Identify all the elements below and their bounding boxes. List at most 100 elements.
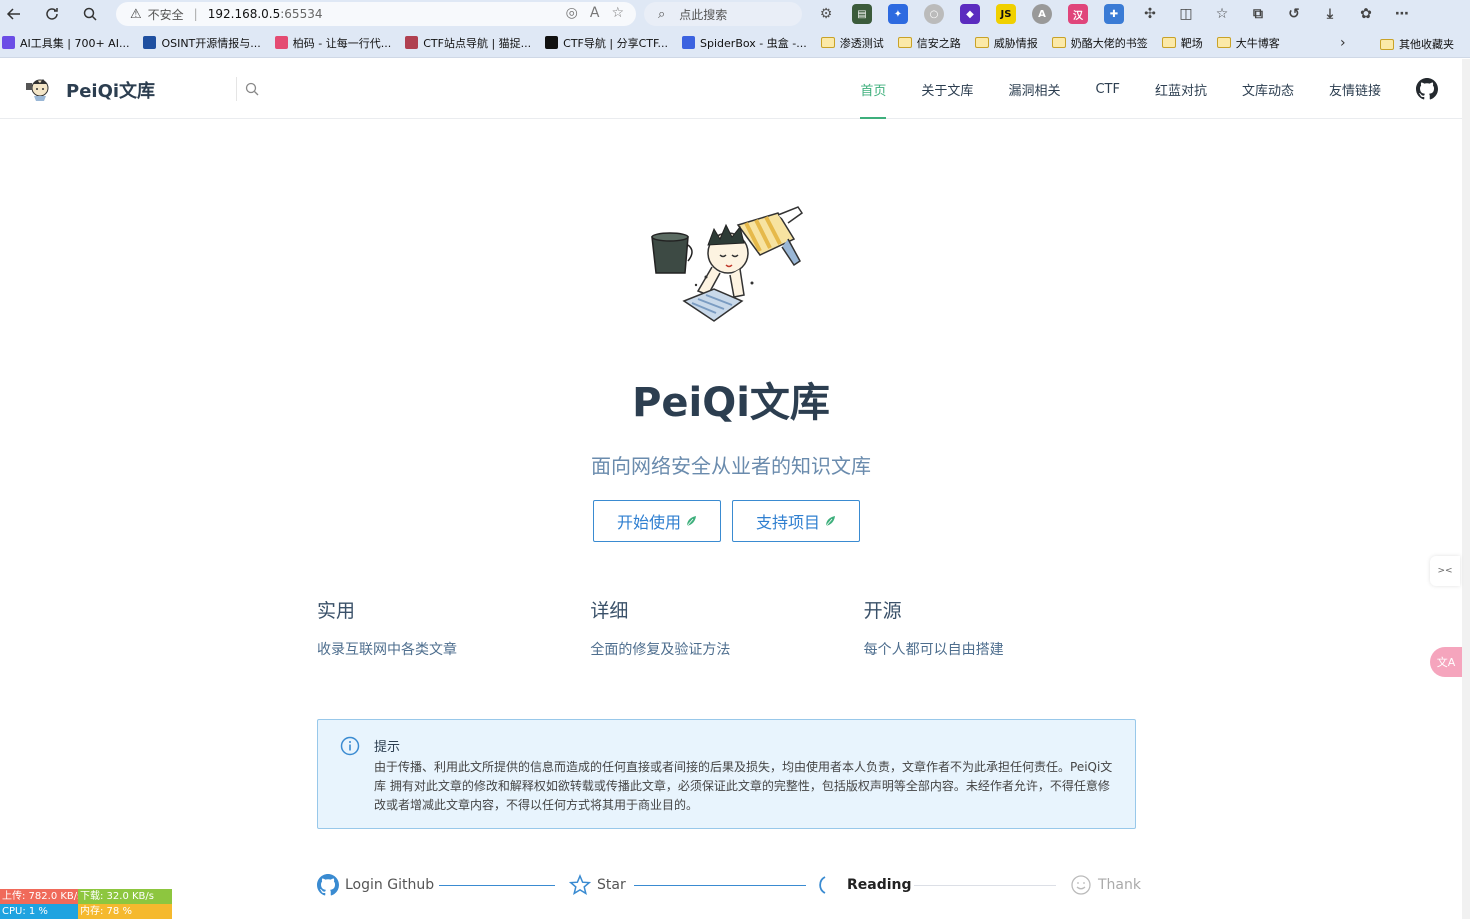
bookmark-item[interactable]: AI工具集 | 700+ AI... [2, 35, 129, 51]
bookmark-favicon-icon [405, 36, 419, 49]
site-title[interactable]: PeiQi文库 [66, 77, 155, 103]
feature-details: 收录互联网中各类文章 [317, 642, 457, 658]
extension-icon[interactable]: ✦ [888, 4, 908, 24]
folder-label: 渗透测试 [839, 36, 884, 50]
step-label: Login Github [345, 877, 435, 893]
back-icon[interactable] [4, 4, 24, 24]
feature-title: 实用 [317, 600, 356, 622]
folder-label: 信安之路 [916, 36, 961, 50]
nav-home[interactable]: 首页 [860, 59, 887, 119]
github-icon [317, 874, 339, 896]
hero-actions: 开始使用 支持项目 [593, 500, 860, 542]
step-label: Thank [1098, 877, 1141, 893]
site-header: PeiQi文库 首页 关于文库 漏洞相关 CTF 红蓝对抗 文库动态 友情链接 [0, 59, 1462, 119]
step-login-github[interactable]: Login Github [317, 872, 434, 898]
address-bar[interactable]: ⚠ 不安全 | 192.168.0.5:65534 ◎ A ☆ [116, 2, 636, 26]
bookmark-folder[interactable]: 靶场 [1161, 35, 1203, 51]
bookmark-folder[interactable]: 威胁情报 [974, 35, 1038, 51]
read-aloud-icon[interactable]: A [590, 5, 600, 21]
warning-icon: ⚠ [130, 6, 142, 22]
browser-search-input[interactable]: ⌕ 点此搜索 [644, 2, 802, 26]
extension-icon[interactable]: ✚ [1104, 4, 1124, 24]
extension-icon[interactable]: ○ [924, 4, 944, 24]
support-project-label: 支持项目 [755, 513, 820, 532]
nav-about[interactable]: 关于文库 [921, 59, 973, 119]
bookmark-item[interactable]: CTF站点导航 | 猫捉... [405, 35, 531, 51]
nav-vulnerabilities[interactable]: 漏洞相关 [1008, 59, 1060, 119]
step-thank[interactable]: Thank [1070, 872, 1141, 898]
extension-icon[interactable]: ✿ [1356, 4, 1376, 24]
favorite-star-icon[interactable]: ☆ [611, 5, 624, 21]
folder-label: 大牛博客 [1235, 36, 1280, 50]
collections-icon[interactable]: ⧉ [1248, 4, 1268, 24]
bookmark-item[interactable]: CTF导航 | 分享CTF... [545, 35, 668, 51]
translate-page-icon[interactable]: ◎ [566, 5, 578, 21]
site-search-icon[interactable] [236, 77, 266, 101]
feature-details: 每个人都可以自由搭建 [863, 642, 1004, 658]
hero-illustration [651, 206, 804, 322]
main-nav: 首页 关于文库 漏洞相关 CTF 红蓝对抗 文库动态 友情链接 [825, 59, 1462, 119]
extension-icon[interactable]: ▤ [852, 4, 872, 24]
cpu-usage: CPU: 1 % [0, 904, 78, 919]
nav-updates[interactable]: 文库动态 [1242, 59, 1294, 119]
browser-toolbar: ⚠ 不安全 | 192.168.0.5:65534 ◎ A ☆ ⌕ 点此搜索 ⚙… [0, 0, 1470, 28]
feature-item: 实用 收录互联网中各类文章 [317, 596, 590, 659]
feature-title: 开源 [863, 600, 902, 622]
tip-title: 提示 [374, 740, 401, 755]
search-icon[interactable] [80, 4, 100, 24]
leaf-icon [825, 516, 835, 527]
search-placeholder: 点此搜索 [679, 7, 728, 22]
hero-title: PeiQi文库 [632, 380, 830, 426]
extensions-puzzle-icon[interactable]: ✣ [1140, 4, 1160, 24]
nav-links[interactable]: 友情链接 [1329, 59, 1381, 119]
extension-icon[interactable]: A [1032, 4, 1052, 24]
feature-item: 详细 全面的修复及验证方法 [590, 596, 863, 659]
github-icon[interactable] [1416, 78, 1438, 100]
get-started-button[interactable]: 开始使用 [593, 500, 721, 542]
bookmark-item[interactable]: OSINT开源情报与... [143, 35, 261, 51]
bookmark-folder[interactable]: 渗透测试 [820, 35, 884, 51]
bookmarks-bar: AI工具集 | 700+ AI... OSINT开源情报与... 柏码 - 让每一行… [0, 28, 1470, 58]
step-connector [914, 885, 1056, 886]
more-menu-icon[interactable]: ⋯ [1392, 4, 1412, 24]
step-star[interactable]: Star [569, 872, 626, 898]
extensions-bar: ⚙ ▤ ✦ ○ ◆ JS A 汉 ✚ ✣ ◫ ☆ ⧉ ↺ ⤓ ✿ ⋯ [816, 4, 1412, 24]
chevron-right-icon[interactable]: › [1340, 35, 1346, 51]
download-icon[interactable]: ⤓ [1320, 4, 1340, 24]
folder-icon [897, 37, 912, 48]
nav-ctf[interactable]: CTF [1095, 59, 1120, 119]
js-extension-icon[interactable]: JS [996, 4, 1016, 24]
other-bookmarks[interactable]: 其他收藏夹 [1380, 36, 1454, 52]
history-icon[interactable]: ↺ [1284, 4, 1304, 24]
search-box-icon: ⌕ [658, 6, 666, 22]
bookmark-folder[interactable]: 大牛博客 [1216, 35, 1280, 51]
support-project-button[interactable]: 支持项目 [732, 500, 860, 542]
translate-icon[interactable]: 文A [1430, 647, 1462, 677]
bookmark-favicon-icon [2, 36, 15, 49]
url-host: 192.168.0.5 [207, 7, 281, 21]
bookmark-item[interactable]: 柏码 - 让每一行代... [274, 35, 391, 51]
address-divider: | [193, 7, 198, 21]
extension-icon[interactable]: 汉 [1068, 4, 1088, 24]
bookmark-folder[interactable]: 信安之路 [897, 35, 961, 51]
bookmark-label: SpiderBox - 虫盒 -... [700, 36, 807, 50]
nav-red-blue[interactable]: 红蓝对抗 [1155, 59, 1207, 119]
extension-icon[interactable]: ◆ [960, 4, 980, 24]
steps-bar: Login Github Star Reading Thank [317, 872, 1141, 898]
step-label: Star [597, 877, 626, 893]
step-reading[interactable]: Reading [817, 872, 912, 898]
memory-usage: 内存: 78 % [78, 904, 172, 919]
bookmark-item[interactable]: SpiderBox - 虫盒 -... [682, 35, 807, 51]
bookmark-label: AI工具集 | 700+ AI... [20, 36, 130, 50]
bookmark-folder[interactable]: 奶酪大佬的书签 [1051, 35, 1148, 51]
side-tool-icon[interactable]: >< [1430, 556, 1460, 586]
bookmark-label: OSINT开源情报与... [161, 36, 261, 50]
favorites-icon[interactable]: ☆ [1212, 4, 1232, 24]
split-screen-icon[interactable]: ◫ [1176, 4, 1196, 24]
reload-icon[interactable] [42, 4, 62, 24]
scrollbar[interactable] [1462, 59, 1470, 919]
loading-icon [819, 876, 826, 894]
bookmark-favicon-icon [274, 36, 288, 49]
settings-gear-icon[interactable]: ⚙ [816, 4, 836, 24]
logo-icon[interactable] [24, 75, 56, 103]
